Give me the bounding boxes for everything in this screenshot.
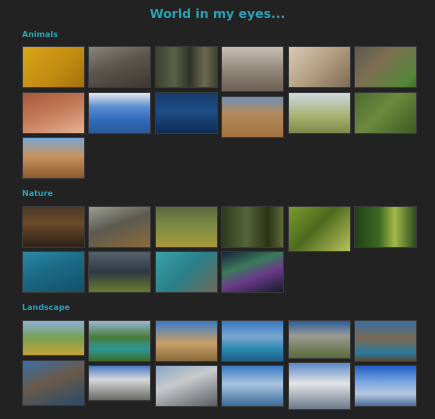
photo-thumbnail[interactable]: [155, 365, 218, 407]
photo-thumbnail[interactable]: [155, 251, 218, 293]
photo-thumbnail[interactable]: [88, 206, 151, 248]
photo-thumbnail[interactable]: [155, 320, 218, 362]
photo-thumbnail[interactable]: [221, 251, 284, 293]
photo-thumbnail[interactable]: [88, 320, 151, 362]
photo-thumbnail[interactable]: [288, 362, 351, 410]
photo-thumbnail[interactable]: [88, 92, 151, 134]
photo-thumbnail[interactable]: [22, 360, 85, 406]
photo-thumbnail[interactable]: [22, 206, 85, 248]
photo-thumbnail[interactable]: [354, 320, 417, 362]
photo-thumbnail[interactable]: [22, 46, 85, 88]
photo-thumbnail[interactable]: [288, 206, 351, 252]
photo-thumbnail[interactable]: [22, 320, 85, 356]
photo-thumbnail[interactable]: [354, 46, 417, 88]
photo-thumbnail[interactable]: [221, 206, 284, 248]
photo-thumbnail[interactable]: [88, 46, 151, 88]
photo-thumbnail[interactable]: [155, 92, 218, 134]
photo-thumbnail[interactable]: [288, 92, 351, 134]
photo-thumbnail[interactable]: [288, 320, 351, 359]
photo-thumbnail[interactable]: [22, 92, 85, 134]
photo-thumbnail[interactable]: [221, 96, 284, 138]
section-heading-animals: Animals: [22, 30, 58, 39]
photo-thumbnail[interactable]: [155, 46, 218, 88]
photo-thumbnail[interactable]: [88, 251, 151, 293]
section-heading-nature: Nature: [22, 189, 53, 198]
photo-thumbnail[interactable]: [354, 365, 417, 407]
photo-thumbnail[interactable]: [22, 251, 85, 293]
photo-thumbnail[interactable]: [221, 365, 284, 407]
photo-thumbnail[interactable]: [354, 206, 417, 248]
section-heading-landscape: Landscape: [22, 303, 70, 312]
photo-thumbnail[interactable]: [221, 320, 284, 362]
photo-thumbnail[interactable]: [155, 206, 218, 248]
photo-thumbnail[interactable]: [22, 137, 85, 179]
page-title: World in my eyes...: [149, 6, 286, 21]
photo-thumbnail[interactable]: [88, 365, 151, 401]
photo-thumbnail[interactable]: [288, 46, 351, 88]
photo-thumbnail[interactable]: [354, 92, 417, 134]
photo-thumbnail[interactable]: [221, 46, 284, 92]
